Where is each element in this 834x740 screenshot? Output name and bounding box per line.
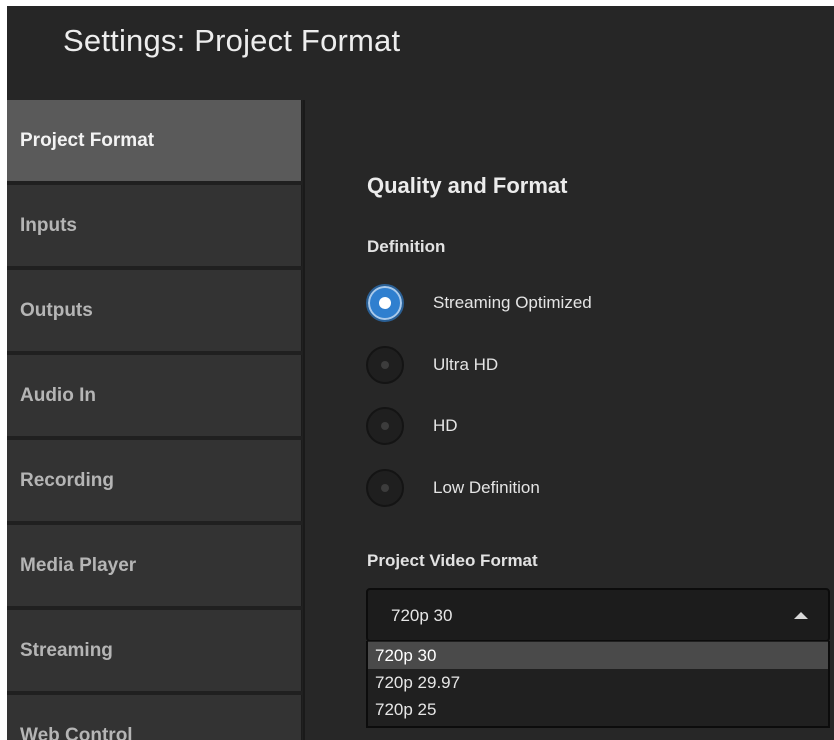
sidebar-item-project-format[interactable]: Project Format [7,100,302,181]
radio-button[interactable] [366,469,404,507]
radio-low-definition[interactable]: Low Definition [366,469,706,507]
window-title: Settings: Project Format [63,23,401,58]
caret-up-icon [794,612,808,619]
radio-ultra-hd[interactable]: Ultra HD [366,346,706,384]
sidebar-item-audio-in[interactable]: Audio In [7,355,302,436]
radio-hd[interactable]: HD [366,407,706,445]
sidebar-item-streaming[interactable]: Streaming [7,610,302,691]
video-format-dropdown: 720p 30 720p 29.97 720p 25 [366,641,830,728]
radio-button-checked[interactable] [366,284,404,322]
sidebar-item-web-control[interactable]: Web Control [7,695,302,740]
radio-button[interactable] [366,407,404,445]
dropdown-option[interactable]: 720p 25 [368,696,828,723]
title-bar: Settings: Project Format [7,6,834,100]
radio-label: Ultra HD [433,355,499,374]
video-format-label: Project Video Format [367,551,538,570]
section-title: Quality and Format [367,173,568,198]
video-format-select[interactable]: 720p 30 [366,588,830,642]
settings-panel: Quality and Format Definition Streaming … [305,100,834,740]
dropdown-option[interactable]: 720p 29.97 [368,669,828,696]
settings-window: Settings: Project Format Project Format … [7,6,834,740]
sidebar-item-recording[interactable]: Recording [7,440,302,521]
sidebar-item-outputs[interactable]: Outputs [7,270,302,351]
radio-label: HD [433,416,458,435]
radio-label: Low Definition [433,478,540,497]
sidebar-item-inputs[interactable]: Inputs [7,185,302,266]
radio-streaming-optimized[interactable]: Streaming Optimized [366,284,706,322]
radio-label: Streaming Optimized [433,293,592,312]
dropdown-option[interactable]: 720p 30 [368,642,828,669]
radio-button[interactable] [366,346,404,384]
sidebar-item-media-player[interactable]: Media Player [7,525,302,606]
video-format-value: 720p 30 [391,606,453,625]
definition-label: Definition [367,237,446,256]
settings-sidebar: Project Format Inputs Outputs Audio In R… [7,100,303,740]
